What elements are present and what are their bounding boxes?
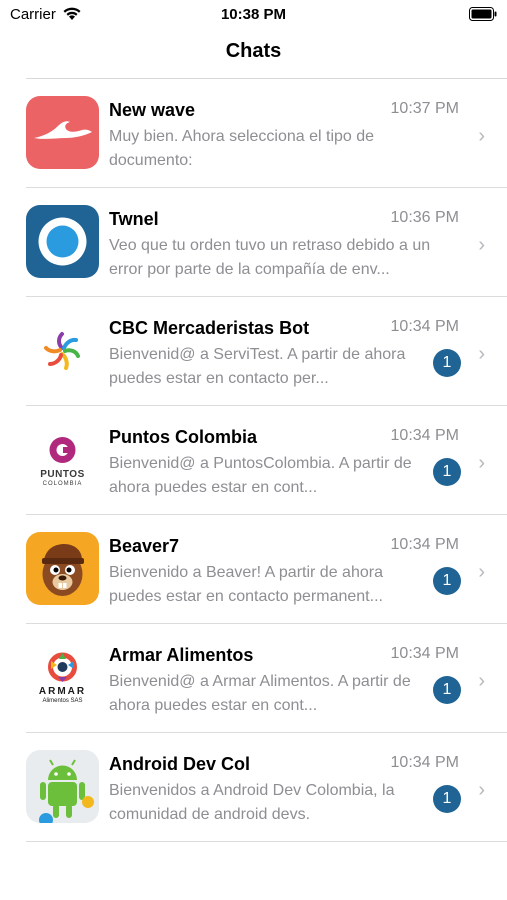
twnel-logo-icon bbox=[26, 205, 99, 278]
chevron-right-icon: › bbox=[478, 343, 485, 365]
chat-preview: Veo que tu orden tuvo un retraso debido … bbox=[109, 237, 431, 278]
armar-logo-text: ARMAR bbox=[38, 686, 87, 697]
chat-list: New wave 10:37 PM Muy bien. Ahora selecc… bbox=[0, 79, 507, 842]
chat-name: New wave bbox=[109, 100, 196, 120]
chat-time: 10:36 PM bbox=[390, 209, 459, 226]
chat-time: 10:34 PM bbox=[390, 427, 459, 444]
chat-preview: Bienvenido a Beaver! A partir de ahora p… bbox=[109, 564, 383, 605]
armar-logo-subtext: Alimentos SAS bbox=[42, 698, 83, 704]
chevron-right-icon: › bbox=[478, 670, 485, 692]
chat-name: Beaver7 bbox=[109, 536, 180, 556]
chevron-right-icon: › bbox=[478, 452, 485, 474]
chat-name: Android Dev Col bbox=[109, 754, 251, 774]
chat-preview: Bienvenid@ a PuntosColombia. A partir de… bbox=[109, 455, 412, 496]
puntos-logo-subtext: COLOMBIA bbox=[42, 481, 83, 487]
status-bar: Carrier 10:38 PM bbox=[0, 0, 507, 30]
chat-row-new-wave[interactable]: New wave 10:37 PM Muy bien. Ahora selecc… bbox=[26, 79, 507, 188]
chat-row-armar-alimentos[interactable]: ARMAR Alimentos SAS Armar Alimentos 10:3… bbox=[26, 624, 507, 733]
chat-row-twnel[interactable]: Twnel 10:36 PM Veo que tu orden tuvo un … bbox=[26, 188, 507, 297]
chat-name: Armar Alimentos bbox=[109, 645, 254, 665]
unread-badge: 1 bbox=[433, 349, 461, 377]
beaver-logo-icon bbox=[26, 532, 99, 605]
armar-logo-icon: ARMAR Alimentos SAS bbox=[26, 641, 99, 714]
status-time: 10:38 PM bbox=[220, 6, 287, 23]
chat-time: 10:34 PM bbox=[390, 645, 459, 662]
chat-time: 10:37 PM bbox=[390, 100, 459, 117]
chevron-right-icon: › bbox=[478, 561, 485, 583]
page-title: Chats bbox=[225, 40, 282, 62]
chat-row-cbc-mercaderistas-bot[interactable]: CBC Mercaderistas Bot 10:34 PM Bienvenid… bbox=[26, 297, 507, 406]
chevron-right-icon: › bbox=[478, 125, 485, 147]
unread-badge: 1 bbox=[433, 785, 461, 813]
puntos-logo-text: PUNTOS bbox=[40, 469, 85, 480]
chat-row-puntos-colombia[interactable]: PUNTOS COLOMBIA Puntos Colombia 10:34 PM… bbox=[26, 406, 507, 515]
chat-preview: Bienvenid@ a Armar Alimentos. A partir d… bbox=[109, 673, 411, 714]
chat-row-android-dev-col[interactable]: Android Dev Col 10:34 PM Bienvenidos a A… bbox=[26, 733, 507, 842]
chat-preview: Bienvenidos a Android Dev Colombia, la c… bbox=[109, 782, 395, 823]
chat-name: Twnel bbox=[109, 209, 159, 229]
chat-name: Puntos Colombia bbox=[109, 427, 257, 447]
puntos-colombia-logo-icon: PUNTOS COLOMBIA bbox=[26, 423, 99, 496]
unread-badge: 1 bbox=[433, 567, 461, 595]
chat-row-beaver7[interactable]: Beaver7 10:34 PM Bienvenido a Beaver! A … bbox=[26, 515, 507, 624]
chat-time: 10:34 PM bbox=[390, 536, 459, 553]
chat-preview: Muy bien. Ahora selecciona el tipo de do… bbox=[109, 128, 375, 169]
chat-preview: Bienvenid@ a ServiTest. A partir de ahor… bbox=[109, 346, 406, 387]
chat-time: 10:34 PM bbox=[390, 754, 459, 771]
cbc-logo-icon bbox=[26, 314, 99, 387]
chevron-right-icon: › bbox=[478, 234, 485, 256]
new-wave-logo-icon bbox=[26, 96, 99, 169]
chat-name: CBC Mercaderistas Bot bbox=[109, 318, 310, 338]
unread-badge: 1 bbox=[433, 676, 461, 704]
android-logo-icon bbox=[26, 750, 99, 823]
chevron-right-icon: › bbox=[478, 779, 485, 801]
battery-icon bbox=[469, 7, 497, 26]
unread-badge: 1 bbox=[433, 458, 461, 486]
chat-time: 10:34 PM bbox=[390, 318, 459, 335]
